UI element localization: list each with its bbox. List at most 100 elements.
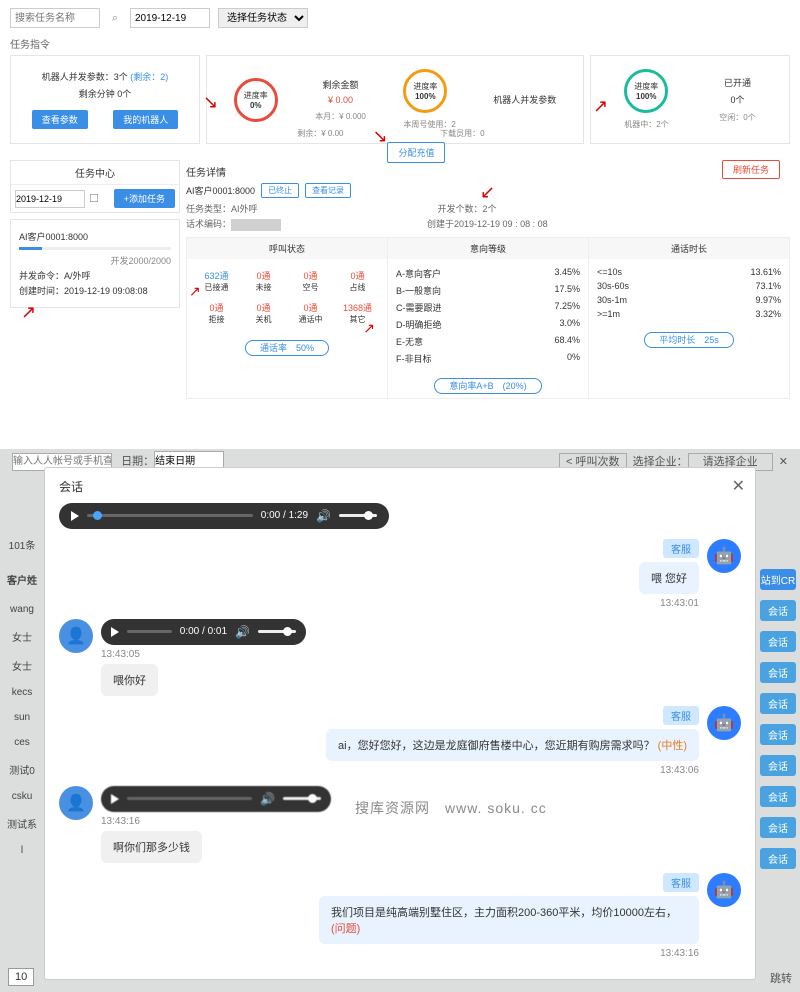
col-call-status: 呼叫状态	[187, 238, 387, 259]
calendar-icon[interactable]: ☐	[89, 192, 99, 205]
status-cell[interactable]: 1368通其它	[334, 297, 381, 329]
robot-remaining-link[interactable]: (剩余：2)	[130, 72, 168, 82]
status-cell[interactable]: 0通未接	[240, 265, 287, 297]
bot-avatar-icon: 🤖	[707, 539, 741, 573]
session-tag[interactable]: 会话	[760, 693, 796, 714]
task-date-input[interactable]	[15, 190, 85, 208]
session-tag[interactable]: 会话	[760, 755, 796, 776]
bot-avatar-icon: 🤖	[707, 873, 741, 907]
close-bg-icon[interactable]: ✕	[779, 456, 788, 468]
user-avatar-icon: 👤	[59, 619, 93, 653]
crm-button[interactable]: 站到CR	[760, 569, 796, 590]
play-icon[interactable]	[111, 627, 119, 637]
call-rate-button[interactable]: 通话率 50%	[245, 340, 329, 356]
session-tag[interactable]: 会话	[760, 817, 796, 838]
task-center-panel: 任务中心 ☐ +添加任务	[10, 160, 180, 213]
msg-bubble: 我们项目是纯高端别墅住区，主力面积200-360平米，均价10000左右， (问…	[319, 896, 699, 944]
task-created-text: 创建时间：2019-12-19 09:08:08	[19, 284, 171, 297]
stats-card: 进度率0% 剩余金额 ¥ 0.00 本月：¥ 0.000 剩余：¥ 0.00 进…	[206, 55, 584, 144]
audio-player-3[interactable]: 🔊	[101, 786, 331, 812]
status-cell[interactable]: 632通已接通	[193, 265, 240, 297]
intent-row: B-一般意向17.5%	[396, 282, 580, 299]
search-icon[interactable]: ⌕	[108, 11, 122, 25]
bg-name-cell[interactable]: 女士	[0, 651, 44, 680]
progress-text: 开发2000/2000	[19, 254, 171, 267]
col-duration: 通话时长	[589, 238, 789, 259]
view-params-button[interactable]: 查看参数	[32, 110, 88, 129]
session-tag[interactable]: 会话	[760, 631, 796, 652]
session-tag[interactable]: 会话	[760, 724, 796, 745]
bg-date-label: 日期：	[121, 455, 154, 467]
intent-row: D-明确拒绝3.0%	[396, 316, 580, 333]
duration-row: <=10s13.61%	[597, 265, 781, 279]
bg-name-cell[interactable]: wang	[0, 597, 44, 622]
detail-title: 任务详情	[186, 164, 226, 179]
date-input[interactable]	[130, 8, 210, 28]
bot-avatar-icon: 🤖	[707, 706, 741, 740]
status-cell[interactable]: 0通空号	[287, 265, 334, 297]
task-item[interactable]: AI客户0001:8000 开发2000/2000 并发命令：A/外呼 创建时间…	[10, 219, 180, 308]
status-cell[interactable]: 0通关机	[240, 297, 287, 329]
my-robots-button[interactable]: 我的机器人	[113, 110, 178, 129]
page-number[interactable]: 10	[8, 968, 34, 986]
session-tag[interactable]: 会话	[760, 786, 796, 807]
task-center-title: 任务中心	[11, 161, 179, 185]
msg-ts: 13:43:01	[639, 598, 699, 609]
meta-count: 开发个数：2个	[438, 204, 497, 214]
sentiment-tag: (问题)	[331, 923, 360, 935]
session-tag[interactable]: 会话	[760, 848, 796, 869]
refresh-button[interactable]: 刷新任务	[722, 160, 780, 179]
speaker-icon[interactable]: 🔊	[235, 625, 250, 639]
session-tag[interactable]: 会话	[760, 600, 796, 621]
gray-placeholder	[231, 219, 281, 231]
bg-name-cell[interactable]: csku	[0, 784, 44, 809]
add-task-button[interactable]: +添加任务	[114, 189, 175, 208]
footer-jump[interactable]: 跳转	[770, 970, 792, 986]
bg-name-cell[interactable]: ces	[0, 730, 44, 755]
play-icon[interactable]	[111, 794, 119, 804]
msg-ts: 13:43:16	[101, 816, 331, 827]
session-tag[interactable]: 会话	[760, 662, 796, 683]
bg-date-input[interactable]	[154, 451, 224, 469]
intent-rate-button[interactable]: 意向率A+B (20%)	[434, 378, 541, 394]
bg-name-cell[interactable]: 测试0	[0, 755, 44, 784]
remaining-min-text: 剩余分钟 0个	[19, 87, 191, 100]
concurrency-stat: 机器人并发参数	[493, 93, 556, 106]
status-cell[interactable]: 0通拒接	[193, 297, 240, 329]
modal-title: 会话	[59, 478, 741, 495]
role-bot-tag: 客服	[663, 539, 699, 558]
play-icon[interactable]	[71, 511, 79, 521]
user-avatar-icon: 👤	[59, 786, 93, 820]
avg-dur-button[interactable]: 平均时长 25s	[644, 332, 734, 348]
status-select[interactable]: 选择任务状态	[218, 8, 308, 28]
bg-name-cell[interactable]: sun	[0, 705, 44, 730]
speaker-icon[interactable]: 🔊	[316, 509, 331, 523]
intent-row: E-无意68.4%	[396, 333, 580, 350]
balance-stat: 剩余金额 ¥ 0.00 本月：¥ 0.000 剩余：¥ 0.00	[315, 78, 366, 122]
msg-ts: 13:43:05	[101, 649, 306, 660]
msg-bubble: 啊你们那多少钱	[101, 831, 202, 863]
task-type-text: 并发命令：A/外呼	[19, 269, 171, 282]
robot-concurrency-text: 机器人并发参数：3个	[42, 72, 128, 82]
role-bot-tag: 客服	[663, 873, 699, 892]
bg-name-cell[interactable]: l	[0, 838, 44, 863]
meta-type-val: AI外呼	[231, 204, 258, 214]
bg-name-cell[interactable]: kecs	[0, 680, 44, 705]
duration-row: >=1m3.32%	[597, 307, 781, 321]
status-cell[interactable]: 0通占线	[334, 265, 381, 297]
audio-player-2[interactable]: 0:00 / 0:01 🔊	[101, 619, 306, 645]
close-icon[interactable]: ✕	[732, 476, 745, 496]
audio-time-2: 0:00 / 0:01	[180, 626, 227, 637]
section-label: 任务指令	[10, 36, 790, 51]
ring-2: 进度率100%	[403, 69, 447, 113]
bg-name-cell[interactable]: 女士	[0, 622, 44, 651]
ring-1: 进度率0%	[234, 78, 278, 122]
stopped-tag[interactable]: 已终止	[261, 183, 299, 198]
status-cell[interactable]: 0通通话中	[287, 297, 334, 329]
intent-row: C-需要跟进7.25%	[396, 299, 580, 316]
task-search-input[interactable]	[10, 8, 100, 28]
audio-player-main[interactable]: 0:00 / 1:29 🔊	[59, 503, 389, 529]
bg-name-cell[interactable]: 测试系	[0, 809, 44, 838]
view-record-button[interactable]: 查看记录	[305, 183, 351, 198]
col-intent: 意向等级	[388, 238, 588, 259]
